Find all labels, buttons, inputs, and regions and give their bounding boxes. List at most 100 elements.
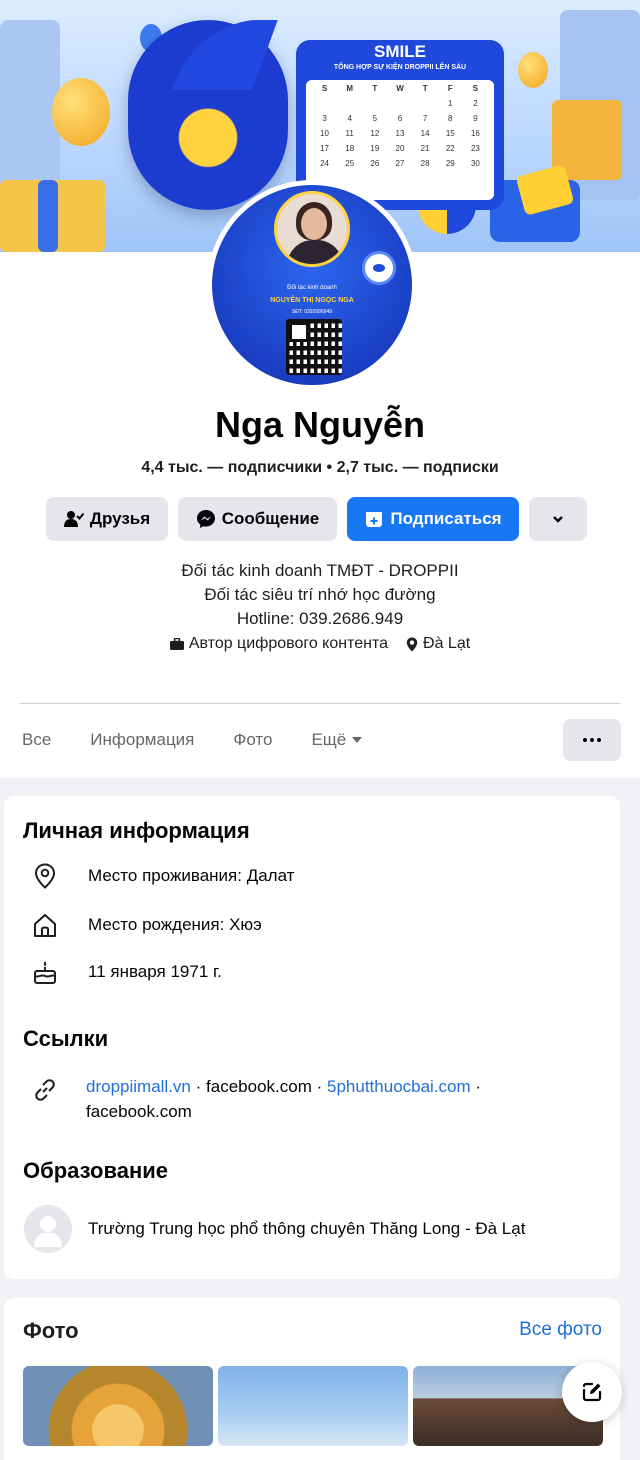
- calendar-day: 26: [370, 159, 380, 168]
- links-title: Ссылки: [23, 1026, 109, 1051]
- calendar-day: 29: [445, 159, 455, 168]
- gift-ribbon: [38, 180, 58, 252]
- category-label: Автор цифрового контента: [188, 635, 389, 652]
- calendar-day: 10: [320, 129, 330, 138]
- bio-line: Đối tác kinh doanh TMĐT - DROPPII: [181, 561, 459, 580]
- calendar-day: 3: [322, 114, 327, 123]
- message-button[interactable]: Сообщение: [178, 497, 337, 541]
- bio-line: Hotline: 039.2686.949: [236, 609, 404, 628]
- calendar-day: 16: [470, 129, 480, 138]
- calendar-day: [387, 99, 412, 114]
- calendar-day: 24: [320, 159, 330, 168]
- photo-thumbnail[interactable]: [23, 1366, 213, 1446]
- tab-more[interactable]: Ещё: [311, 730, 363, 750]
- calendar-day: 19: [370, 144, 380, 153]
- calendar-day: 20: [395, 144, 405, 153]
- birthday-cake-icon: [34, 961, 56, 984]
- calendar-day: 21: [420, 144, 430, 153]
- balloon: [518, 52, 548, 88]
- photos-title: Фото: [23, 1318, 79, 1343]
- calendar-day: T: [372, 84, 378, 93]
- school-text: Trường Trung học phổ thông chuyên Thăng …: [88, 1219, 526, 1238]
- qr-code: [286, 319, 342, 375]
- link-item[interactable]: facebook.com: [86, 1102, 192, 1121]
- profile-tabs: Все Информация Фото Ещё: [22, 730, 401, 750]
- calendar-day: 4: [347, 114, 352, 123]
- all-photos-link[interactable]: Все фото: [519, 1319, 602, 1341]
- profile-name: Nga Nguyễn: [214, 404, 426, 445]
- birthday-row: 11 января 1971 г.: [24, 959, 222, 985]
- avatar-phone: SĐT: 0392686949: [291, 309, 333, 315]
- calendar-day: [413, 99, 438, 114]
- edit-icon: [582, 1382, 602, 1402]
- birthplace-text: Место рождения: Хюэ: [88, 915, 262, 934]
- about-card: Личная информация Место проживания: Дала…: [4, 796, 620, 1279]
- school-avatar-icon: [24, 1205, 72, 1253]
- link-item[interactable]: facebook.com: [206, 1077, 312, 1096]
- following-count[interactable]: 2,7 тыс. — подписки: [337, 459, 499, 476]
- tab-photos[interactable]: Фото: [233, 730, 272, 750]
- link-item[interactable]: droppiimall.vn: [86, 1077, 191, 1096]
- education-row[interactable]: Trường Trung học phổ thông chuyên Thăng …: [24, 1205, 525, 1253]
- balloon: [52, 78, 110, 146]
- divider: [20, 703, 620, 704]
- tab-all[interactable]: Все: [22, 730, 51, 750]
- calendar-day: S: [321, 84, 328, 93]
- profile-meta: Автор цифрового контента Đà Lạt: [0, 635, 640, 653]
- avatar-name: NGUYỄN THỊ NGỌC NGA: [270, 297, 354, 304]
- profile-avatar[interactable]: Đối tác kinh doanh NGUYỄN THỊ NGỌC NGA S…: [207, 180, 417, 390]
- calendar-title: SMILE: [374, 42, 426, 61]
- calendar-day: 17: [320, 144, 330, 153]
- calendar-day: 6: [397, 114, 403, 123]
- calendar-day: 7: [422, 114, 428, 123]
- calendar-day: 28: [420, 159, 430, 168]
- tab-info[interactable]: Информация: [90, 730, 194, 750]
- residence-row: Место проживания: Далат: [24, 863, 294, 889]
- caret-down-icon: [352, 737, 363, 743]
- friends-label: Друзья: [89, 509, 151, 528]
- follow-button[interactable]: Подписаться: [347, 497, 519, 541]
- calendar-day: M: [346, 84, 354, 93]
- calendar-day: S: [472, 84, 479, 93]
- location-pin-icon: [34, 863, 56, 889]
- follow-label: Подписаться: [390, 509, 502, 528]
- friend-check-icon: [63, 511, 84, 527]
- bio-line: Đối tác siêu trí nhớ học đường: [204, 585, 436, 604]
- calendar-day: [312, 99, 337, 114]
- compose-button[interactable]: [562, 1362, 622, 1422]
- location-item[interactable]: Đà Lạt: [406, 635, 470, 653]
- calendar-day: 5: [372, 114, 378, 123]
- calendar-day: W: [396, 84, 404, 93]
- photos-card: Фото Все фото: [4, 1298, 620, 1460]
- calendar-day: 18: [345, 144, 355, 153]
- calendar-day: 15: [445, 129, 455, 138]
- messenger-icon: [196, 510, 215, 528]
- stats-dot: •: [326, 459, 333, 476]
- calendar-day: [362, 99, 387, 114]
- calendar-day: 9: [473, 114, 478, 123]
- profile-header: SMILE TỔNG HỢP SỰ KIỆN DROPPII LÊN SÁU S…: [0, 0, 640, 778]
- friends-button[interactable]: Друзья: [46, 497, 168, 541]
- calendar-day: 13: [395, 129, 405, 138]
- calendar-day: 30: [470, 159, 480, 168]
- category-item: Автор цифрового контента: [169, 635, 389, 653]
- link-item[interactable]: 5phutthuocbai.com: [327, 1077, 471, 1096]
- calendar-day: 14: [420, 129, 430, 138]
- location-pin-icon: [406, 637, 418, 651]
- calendar-day: 23: [470, 144, 480, 153]
- tabs-more-options-button[interactable]: [563, 719, 621, 761]
- links-list: droppiimall.vn · facebook.com · 5phutthu…: [86, 1074, 586, 1124]
- personal-info-title: Личная информация: [23, 818, 250, 843]
- photo-thumbnail[interactable]: [218, 1366, 408, 1446]
- avatar-caption: Đối tác kinh doanh: [287, 285, 337, 291]
- portrait-photo: [274, 191, 350, 267]
- chat-bubble-icon: [362, 251, 396, 285]
- link-separator: ·: [195, 1077, 202, 1096]
- followers-count[interactable]: 4,4 тыс. — подписчики: [141, 459, 322, 476]
- ellipsis-icon: [583, 738, 601, 742]
- calendar-day: 8: [448, 114, 453, 123]
- link-icon: [35, 1079, 55, 1101]
- more-actions-button[interactable]: [529, 497, 587, 541]
- education-title: Образование: [23, 1158, 168, 1183]
- calendar-day: 12: [370, 129, 380, 138]
